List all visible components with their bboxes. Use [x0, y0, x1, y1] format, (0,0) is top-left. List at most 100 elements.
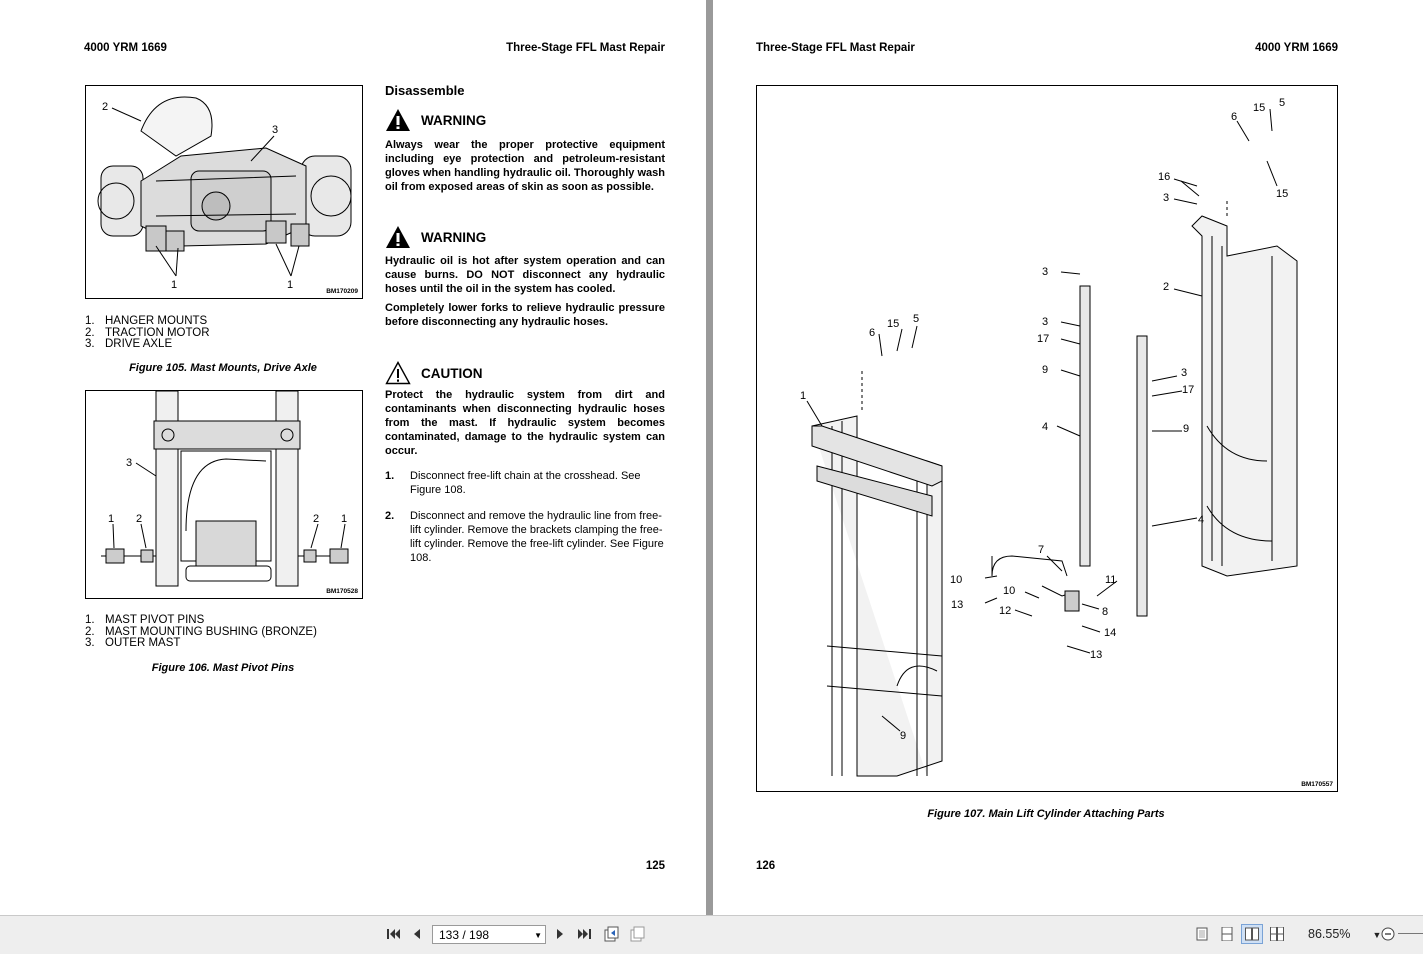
page-number-field[interactable]: 133 / 198 ▼	[432, 925, 546, 944]
callout: 16	[1158, 171, 1170, 183]
warning-2-heading: WARNING	[385, 225, 486, 249]
warning-icon	[386, 109, 410, 131]
callout: 3	[1181, 367, 1187, 379]
main-lift-cylinder-illustration: 15 5 6 15 16 3 2 3 3 17 9 6 15 5 1 3 17 …	[800, 97, 1298, 777]
page-number: 125	[645, 860, 665, 872]
callout-2a: 2	[136, 513, 142, 525]
chevron-down-icon[interactable]: ▼	[534, 926, 542, 945]
warning-1-text: Always wear the proper protective equipm…	[385, 139, 665, 193]
callout: 8	[1102, 606, 1108, 618]
figure-code: BM170209	[326, 288, 358, 295]
callout-1a: 1	[171, 279, 177, 291]
caution-label: CAUTION	[421, 365, 483, 381]
warning-label: WARNING	[421, 229, 487, 245]
previous-view-button[interactable]	[602, 925, 620, 943]
callout: 11	[1105, 574, 1116, 586]
mast-pivot-illustration: 3 1 2 2 1	[101, 391, 349, 587]
callout: 15	[1253, 102, 1265, 114]
figure-105-caption: Figure 105. Mast Mounts, Drive Axle	[129, 362, 317, 374]
figure-107-main-lift-cylinder: 15 5 6 15 16 3 2 3 3 17 9 6 15 5 1 3 17 …	[756, 85, 1338, 792]
page-number-value: 133 / 198	[439, 928, 490, 942]
page-gutter	[706, 0, 713, 915]
next-view-icon	[630, 926, 645, 942]
facing-view-icon	[1245, 927, 1259, 941]
callout-2: 2	[102, 101, 108, 113]
continuous-facing-view-icon[interactable]	[1270, 927, 1284, 941]
callout: 10	[950, 574, 962, 586]
figure-105-legend: 1. HANGER MOUNTS 2. TRACTION MOTOR 3. DRIVE…	[85, 315, 210, 351]
callout-3: 3	[126, 457, 132, 469]
first-page-icon	[387, 929, 400, 939]
next-page-button[interactable]	[551, 925, 569, 943]
callout: 17	[1182, 384, 1194, 396]
next-view-button[interactable]	[628, 925, 646, 943]
header-manual-code: 4000 YRM 1669	[1255, 42, 1338, 54]
figure-106-legend: 1. MAST PIVOT PINS 2. MAST MOUNTING BUSHIN…	[85, 614, 317, 650]
callout: 2	[1163, 281, 1169, 293]
previous-page-icon	[414, 929, 420, 939]
drive-axle-illustration: 2 3 1 1	[97, 96, 352, 291]
figure-106-caption: Figure 106. Mast Pivot Pins	[151, 662, 295, 674]
single-page-view-icon[interactable]	[1195, 927, 1209, 941]
figure-105-drive-axle: 2 3 1 1 BM170209	[85, 85, 363, 299]
header-manual-code: 4000 YRM 1669	[84, 42, 167, 54]
legend-item: 3. DRIVE AXLE	[85, 338, 173, 350]
zoom-slider-track[interactable]	[1398, 933, 1423, 934]
callout-1b: 1	[287, 279, 293, 291]
callout-1b: 1	[341, 513, 347, 525]
callout: 7	[1038, 544, 1044, 556]
warning-label: WARNING	[421, 112, 487, 128]
callout: 5	[913, 313, 919, 325]
callout-3: 3	[272, 124, 278, 136]
warning-1-heading: WARNING	[385, 108, 486, 132]
caution-text: Protect the hydraulic system from dirt a…	[385, 389, 665, 457]
figure-code: BM170528	[326, 588, 358, 595]
callout: 17	[1037, 333, 1049, 345]
viewer-toolbar: 133 / 198 ▼ 86.55% ▼	[0, 915, 1423, 954]
callout: 13	[1090, 649, 1102, 661]
warning-2-text-2: Completely lower forks to relieve hydrau…	[385, 302, 665, 328]
figure-106-pivot-pins: 3 1 2 2 1 BM170528	[85, 390, 363, 599]
warning-icon	[386, 226, 410, 248]
callout-1a: 1	[108, 513, 114, 525]
callout: 3	[1163, 192, 1169, 204]
callout: 14	[1104, 627, 1116, 639]
callout: 10	[1003, 585, 1015, 597]
figure-code: BM170557	[1301, 781, 1333, 788]
callout: 5	[1279, 97, 1285, 109]
callout: 4	[1198, 514, 1204, 526]
document-page-125: 4000 YRM 1669 Three-Stage FFL Mast Repai…	[0, 0, 706, 915]
warning-2-text: Hydraulic oil is hot after system operat…	[385, 255, 665, 295]
section-title: Disassemble	[385, 83, 465, 98]
caution-heading: CAUTION	[385, 361, 483, 385]
callout: 6	[869, 327, 875, 339]
facing-view-button[interactable]	[1241, 924, 1263, 944]
next-page-icon	[557, 929, 563, 939]
legend-item: 3. OUTER MAST	[85, 637, 181, 649]
header-section-title: Three-Stage FFL Mast Repair	[506, 42, 665, 54]
callout: 13	[951, 599, 963, 611]
first-page-button[interactable]	[384, 925, 402, 943]
zoom-out-icon[interactable]	[1381, 927, 1395, 941]
callout: 4	[1042, 421, 1048, 433]
figure-107-caption: Figure 107. Main Lift Cylinder Attaching…	[927, 808, 1165, 820]
callout: 3	[1042, 266, 1048, 278]
callout: 1	[800, 390, 806, 402]
continuous-view-icon[interactable]	[1220, 927, 1234, 941]
last-page-icon	[578, 929, 591, 939]
zoom-level[interactable]: 86.55%	[1308, 927, 1350, 941]
page-number: 126	[756, 860, 776, 872]
callout: 9	[1183, 423, 1189, 435]
previous-page-button[interactable]	[408, 925, 426, 943]
previous-view-icon	[604, 926, 619, 942]
callout: 15	[887, 318, 899, 330]
header-section-title: Three-Stage FFL Mast Repair	[756, 42, 915, 54]
callout: 3	[1042, 316, 1048, 328]
callout: 6	[1231, 111, 1237, 123]
callout: 15	[1276, 188, 1288, 200]
callout: 9	[1042, 364, 1048, 376]
callout-2b: 2	[313, 513, 319, 525]
caution-icon	[385, 361, 411, 385]
last-page-button[interactable]	[576, 925, 594, 943]
callout: 9	[900, 730, 906, 742]
